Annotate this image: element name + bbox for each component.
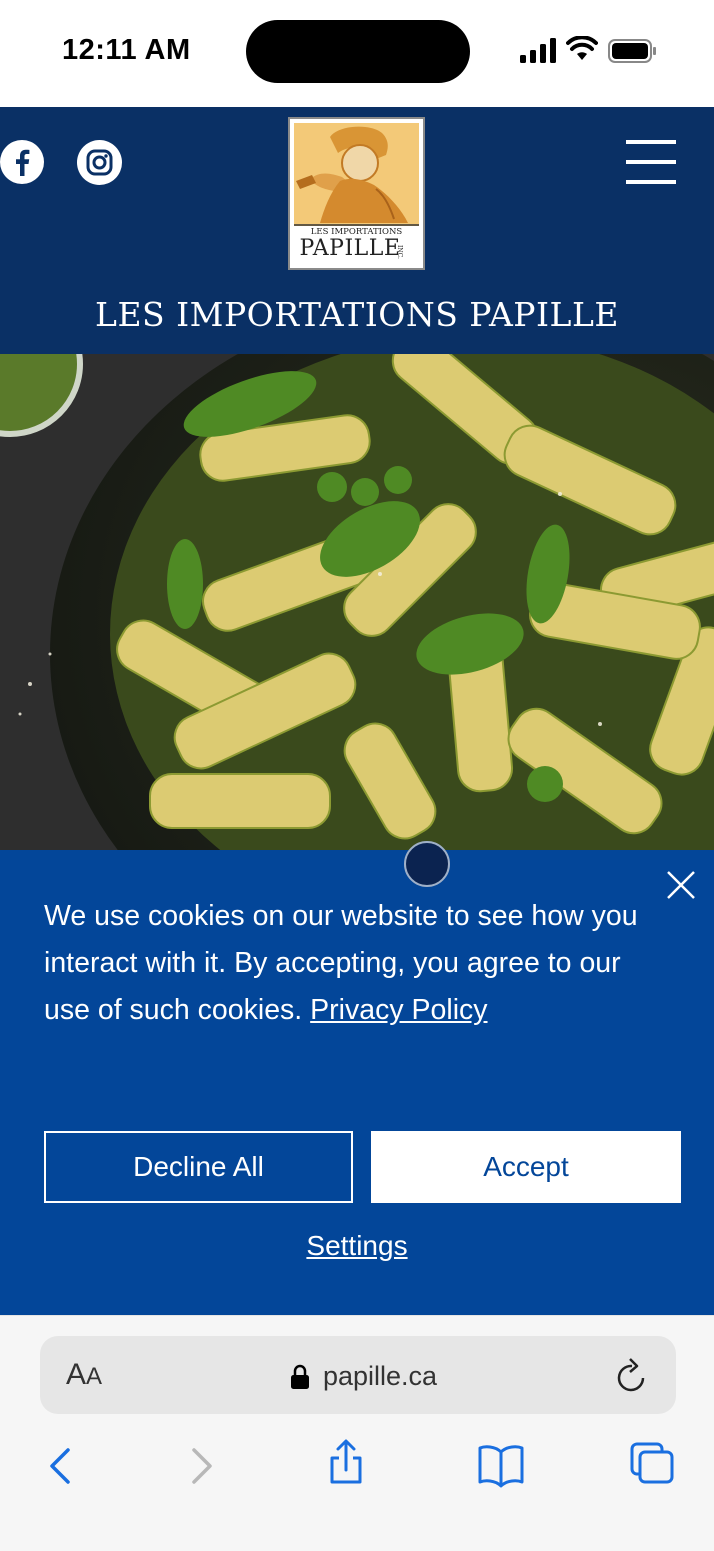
hero-image — [0, 354, 714, 850]
wifi-icon — [566, 36, 598, 60]
cookie-close-button[interactable] — [664, 868, 698, 902]
cookie-message: We use cookies on our website to see how… — [44, 893, 654, 1034]
instagram-icon — [86, 149, 113, 176]
facebook-link[interactable] — [0, 140, 44, 184]
text-size-button[interactable]: AA — [66, 1358, 102, 1392]
reload-icon[interactable] — [614, 1356, 650, 1396]
menu-icon — [626, 140, 676, 184]
accept-button[interactable]: Accept — [371, 1131, 681, 1203]
dynamic-island — [246, 20, 470, 83]
banner-drag-handle[interactable] — [404, 841, 450, 887]
logo-text-main: PAPILLE — [299, 236, 401, 261]
bookmarks-icon[interactable] — [477, 1436, 525, 1496]
decline-all-button[interactable]: Decline All — [44, 1131, 353, 1203]
battery-icon — [608, 39, 656, 63]
back-icon[interactable] — [44, 1436, 78, 1496]
logo-text-inc: INC. — [396, 245, 403, 259]
close-icon — [667, 871, 695, 899]
menu-button[interactable] — [626, 138, 676, 186]
cellular-signal-icon — [520, 38, 556, 63]
instagram-link[interactable] — [77, 140, 122, 185]
tabs-icon[interactable] — [628, 1436, 676, 1496]
status-bar: 12:11 AM — [0, 0, 714, 107]
privacy-policy-link[interactable]: Privacy Policy — [310, 994, 487, 1026]
site-logo[interactable]: LES IMPORTATIONS PAPILLE INC. — [288, 117, 425, 270]
site-title: LES IMPORTATIONS PAPILLE — [95, 295, 619, 334]
status-time: 12:11 AM — [62, 34, 191, 66]
share-icon[interactable] — [326, 1436, 366, 1496]
lock-icon — [291, 1364, 309, 1389]
facebook-icon — [16, 149, 30, 176]
forward-icon[interactable] — [184, 1436, 218, 1496]
text-size-big: A — [66, 1358, 87, 1391]
text-size-small: A — [86, 1363, 103, 1390]
cookie-settings-link[interactable]: Settings — [0, 1230, 714, 1262]
url-text: papille.ca — [323, 1361, 438, 1391]
